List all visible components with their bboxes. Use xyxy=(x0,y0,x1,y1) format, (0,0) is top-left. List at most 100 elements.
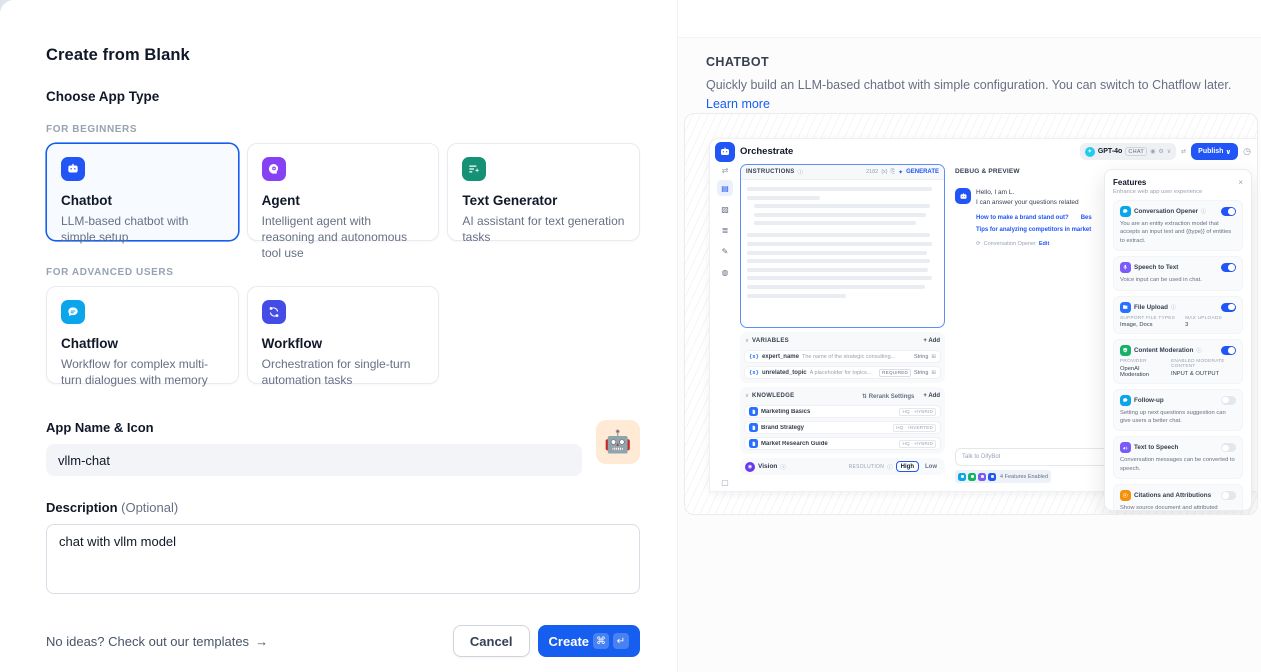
suggested-question: Bes xyxy=(1081,215,1092,221)
description-label: Description (Optional) xyxy=(46,500,640,515)
publish-button: Publish ∨ xyxy=(1191,143,1238,160)
description-input[interactable]: chat with vllm model xyxy=(46,524,640,594)
orchestrate-nav-icon: ▤ xyxy=(717,180,733,196)
feature-title: Citations and Attributions xyxy=(1134,492,1211,499)
enabled-feature-icon xyxy=(958,473,966,481)
group-label-beginners: FOR BEGINNERS xyxy=(46,124,640,135)
page-title: Create from Blank xyxy=(46,46,640,65)
app-type-description: Intelligent agent with reasoning and aut… xyxy=(262,213,425,262)
create-button[interactable]: Create ⌘ ↵ xyxy=(538,625,640,657)
chevron-down-icon: ∨ xyxy=(1225,148,1231,156)
knowledge-mode-badge: HQ · INVERTED xyxy=(893,424,936,432)
group-label-advanced: FOR ADVANCED USERS xyxy=(46,267,640,278)
create-app-modal: Create from Blank Choose App Type FOR BE… xyxy=(0,0,1261,672)
feature-meta-row: PROVIDEROpenAI ModerationENABLED MODERAT… xyxy=(1120,359,1236,378)
variables-label: VARIABLES xyxy=(752,338,789,344)
variable-row: {x} expert_name The name of the strategi… xyxy=(744,350,941,363)
vision-label: Vision xyxy=(758,463,777,470)
variable-name: unrelated_topic xyxy=(762,370,807,376)
app-type-card[interactable]: Agent Intelligent agent with reasoning a… xyxy=(247,143,440,241)
type-box-icon: ⊞ xyxy=(931,354,936,360)
app-type-card[interactable]: Workflow Orchestration for single-turn a… xyxy=(247,286,440,384)
tune-icon: ⇄ xyxy=(1181,148,1186,155)
features-list: Conversation Opener ⓘ You are an entity … xyxy=(1113,200,1243,511)
knowledge-panel: ∨ KNOWLEDGE ⇅ Rerank Settings + Add xyxy=(740,387,945,454)
collapse-icon: ∨ xyxy=(745,393,749,399)
preview-top-strip xyxy=(678,0,1261,38)
templates-link[interactable]: No ideas? Check out our templates → xyxy=(46,634,268,649)
app-type-icon xyxy=(262,300,286,324)
feature-item: Content Moderation ⓘ PROVIDEROpenAI Mode… xyxy=(1113,339,1243,384)
app-icon-emoji: 🤖 xyxy=(604,429,631,455)
preview-heading: CHATBOT xyxy=(706,55,1233,69)
feature-title: Text to Speech xyxy=(1134,444,1178,451)
type-box-icon: ⊞ xyxy=(931,370,936,376)
cmd-key-icon: ⌘ xyxy=(593,633,609,649)
feature-item: Text to Speech Conversation messages can… xyxy=(1113,436,1243,479)
resolution-label: RESOLUTION xyxy=(849,464,885,470)
handle-icon: ▢ xyxy=(721,479,729,487)
feature-title: Follow-up xyxy=(1134,397,1164,404)
feature-meta: PROVIDEROpenAI Moderation xyxy=(1120,359,1161,378)
feature-item: Citations and Attributions Show source d… xyxy=(1113,484,1243,511)
feature-meta: MAX UPLOADS3 xyxy=(1185,316,1222,329)
app-type-icon xyxy=(61,157,85,181)
variable-row: {x} unrelated_topic A placeholder for to… xyxy=(744,366,941,379)
optional-hint: (Optional) xyxy=(121,500,178,515)
preview-description: Quickly build an LLM-based chatbot with … xyxy=(706,76,1233,114)
model-mode-badge: CHAT xyxy=(1125,147,1147,156)
cancel-button[interactable]: Cancel xyxy=(453,625,530,657)
app-type-card[interactable]: Chatbot LLM-based chatbot with simple se… xyxy=(46,143,239,241)
variable-icon: {x} xyxy=(749,370,759,376)
variable-description: The name of the strategic consulting... xyxy=(802,354,911,360)
add-knowledge-button: + Add xyxy=(923,393,940,399)
feature-description: Conversation messages can be converted t… xyxy=(1120,456,1236,473)
app-header: Orchestrate ✦ GPT-4o CHAT ◉ ⚙ ∨ ⇄ Publis… xyxy=(740,139,1251,164)
modal-footer: No ideas? Check out our templates → Canc… xyxy=(46,625,640,657)
knowledge-mode-badge: HQ · HYBRID xyxy=(899,408,936,416)
app-type-icon xyxy=(61,300,85,324)
feature-toggle xyxy=(1221,263,1236,272)
app-type-card[interactable]: Chatflow Workflow for complex multi-turn… xyxy=(46,286,239,384)
bot-greeting-2: I can answer your questions related xyxy=(976,198,1092,208)
app-icon-picker[interactable]: 🤖 xyxy=(596,420,640,464)
app-name-label: App Name & Icon xyxy=(46,420,582,435)
feature-title: Speech to Text xyxy=(1134,264,1178,271)
create-form-panel: Create from Blank Choose App Type FOR BE… xyxy=(0,0,677,672)
variables-list: {x} expert_name The name of the strategi… xyxy=(744,350,941,379)
instructions-skeleton xyxy=(741,180,944,327)
enabled-feature-icon xyxy=(988,473,996,481)
model-provider-icon: ✦ xyxy=(1085,147,1095,157)
collapse-icon: ∨ xyxy=(745,338,749,344)
braces-icon: {x} xyxy=(881,169,887,175)
app-sidebar-rail: ⇄ ▤ ▨ ≣ ✎ ◍ ▢ xyxy=(710,139,740,491)
learn-more-link[interactable]: Learn more xyxy=(706,97,770,111)
info-icon: ⓘ xyxy=(1171,304,1176,311)
document-icon xyxy=(749,439,758,448)
app-type-card[interactable]: Text Generator AI assistant for text gen… xyxy=(447,143,640,241)
app-name-input[interactable] xyxy=(46,444,582,476)
image-nav-icon: ▨ xyxy=(717,201,733,217)
enter-key-icon: ↵ xyxy=(613,633,629,649)
app-type-title: Chatbot xyxy=(61,193,224,208)
vision-row: ◉ Vision ⓘ RESOLUTION ⓘ High Low xyxy=(740,458,945,475)
generate-button: GENERATE xyxy=(906,169,939,175)
app-type-title: Workflow xyxy=(262,336,425,351)
feature-toggle xyxy=(1221,346,1236,355)
feature-item: Conversation Opener ⓘ You are an entity … xyxy=(1113,200,1243,251)
feature-toggle xyxy=(1221,207,1236,216)
feature-description: You are an entity extraction model that … xyxy=(1120,220,1236,245)
preview-panel: CHATBOT Quickly build an LLM-based chatb… xyxy=(677,0,1261,672)
knowledge-name: Market Research Guide xyxy=(761,441,896,447)
feature-icon xyxy=(1120,262,1131,273)
variables-panel: ∨ VARIABLES + Add {x} expert_name xyxy=(740,332,945,383)
preview-screenshot-card: ⇄ ▤ ▨ ≣ ✎ ◍ ▢ Orchestrate ✦ GPT-4o xyxy=(684,113,1258,515)
knowledge-name: Brand Strategy xyxy=(761,425,890,431)
orchestrate-config-column: INSTRUCTIONS ⓘ 2182 {x} ⎘ ✦ GENERATE xyxy=(740,164,945,485)
required-badge: REQUIRED xyxy=(879,369,911,377)
feature-icon xyxy=(1120,395,1131,406)
app-type-title: Text Generator xyxy=(462,193,625,208)
knowledge-row: Brand Strategy HQ · INVERTED xyxy=(744,421,941,434)
web-nav-icon: ◍ xyxy=(717,264,733,280)
app-avatar xyxy=(715,142,735,162)
